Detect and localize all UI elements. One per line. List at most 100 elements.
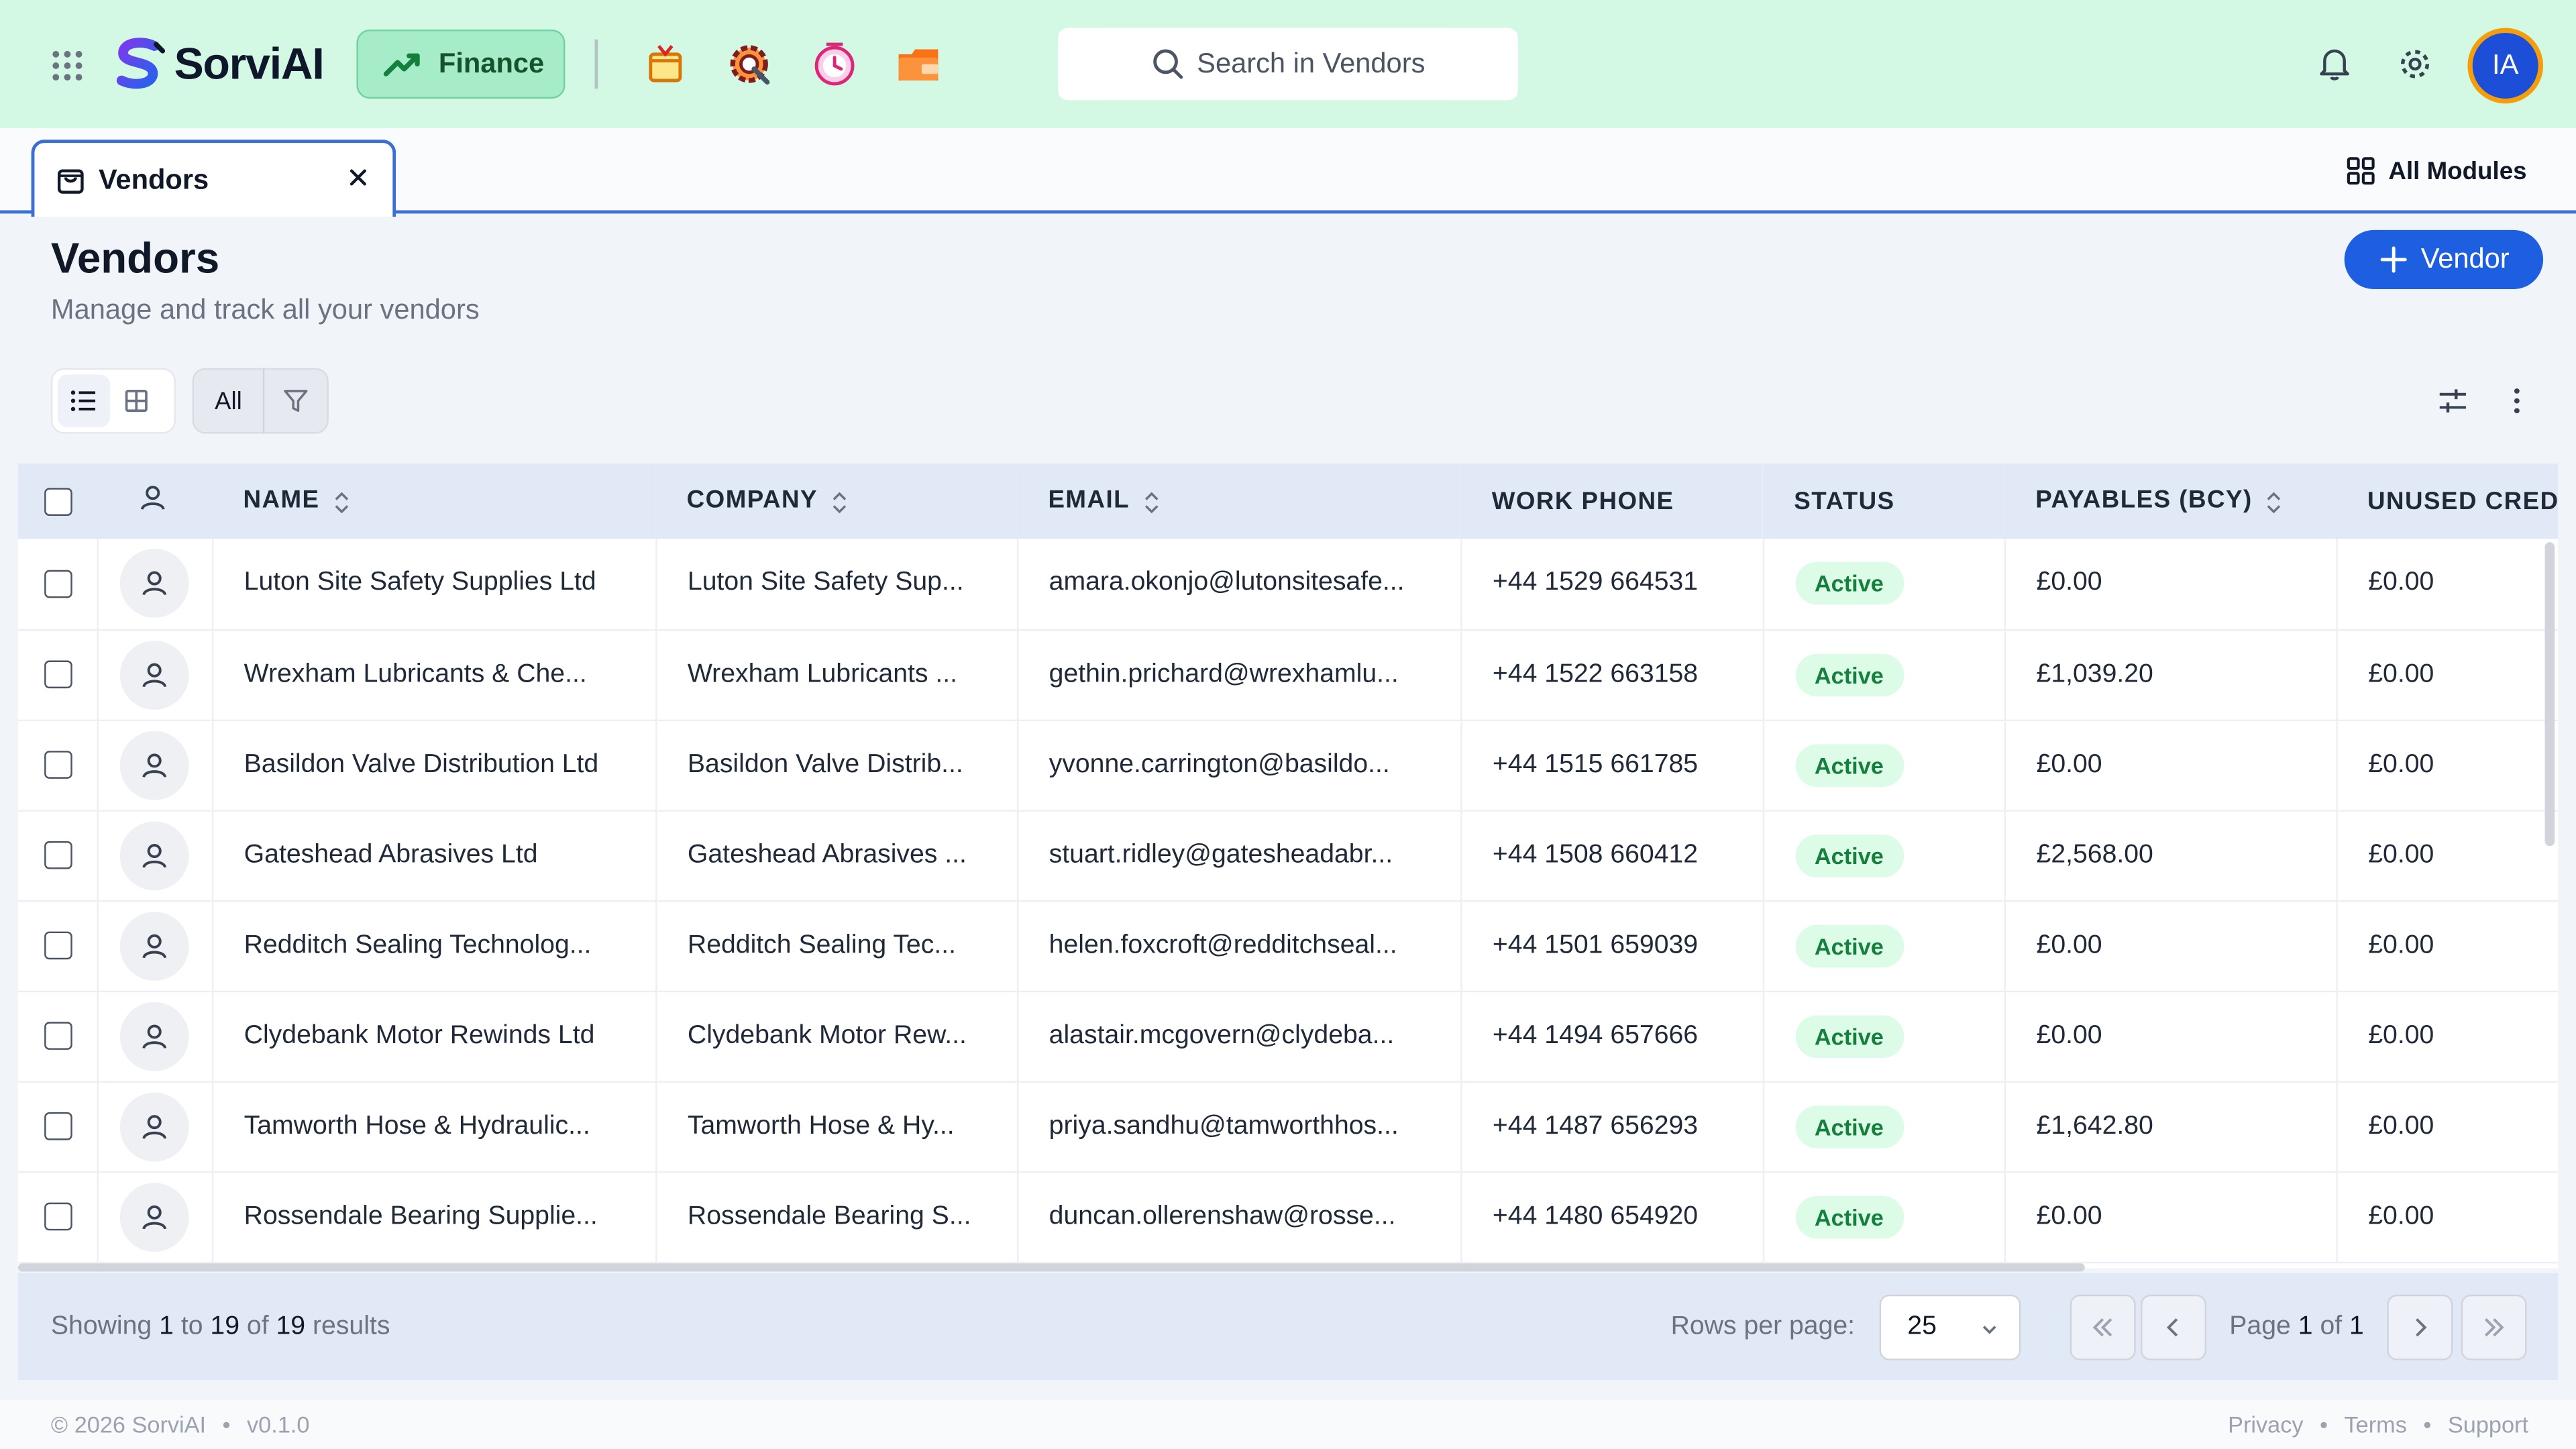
row-checkbox[interactable]	[44, 1021, 72, 1050]
vendor-avatar	[119, 549, 189, 619]
chevrons-right-icon	[2484, 1318, 2504, 1337]
chevrons-left-icon	[2092, 1318, 2112, 1337]
vendor-name[interactable]: Luton Site Safety Supplies Ltd	[211, 539, 657, 629]
terms-link[interactable]: Terms	[2345, 1411, 2407, 1438]
row-checkbox[interactable]	[44, 841, 72, 869]
vendor-status-cell: Active	[1762, 629, 2006, 720]
vendor-name[interactable]: Redditch Sealing Technolog...	[211, 900, 657, 991]
box-app-icon[interactable]	[641, 40, 690, 89]
row-checkbox[interactable]	[44, 569, 72, 598]
column-header-work-phone: WORK PHONE	[1491, 487, 1674, 515]
vendor-name[interactable]: Rossendale Bearing Supplie...	[211, 1171, 657, 1262]
clock-app-icon[interactable]	[810, 40, 859, 89]
support-link[interactable]: Support	[2448, 1411, 2528, 1438]
vendor-email: priya.sandhu@tamworthhos...	[1016, 1081, 1462, 1172]
row-select-cell	[17, 1081, 98, 1172]
list-view-icon	[70, 390, 96, 411]
sliders-icon[interactable]	[2436, 384, 2469, 417]
table-row[interactable]: Luton Site Safety Supplies Ltd Luton Site…	[17, 539, 2559, 629]
table-row[interactable]: Gateshead Abrasives Ltd Gateshead Abrasiv…	[17, 810, 2559, 901]
apps-grid-icon[interactable]	[49, 48, 85, 84]
trend-up-icon	[383, 53, 420, 76]
last-page-button[interactable]	[2461, 1294, 2527, 1360]
user-icon	[140, 486, 165, 510]
page-subtitle: Manage and track all your vendors	[50, 294, 480, 325]
add-vendor-button[interactable]: Vendor	[2344, 229, 2544, 290]
column-header-unused-credits: UNUSED CREDI	[2367, 487, 2559, 515]
vendor-name[interactable]: Gateshead Abrasives Ltd	[211, 810, 657, 901]
table-row[interactable]: Redditch Sealing Technolog... Redditch Se…	[17, 900, 2559, 991]
vendor-company: Wrexham Lubricants ...	[655, 629, 1018, 720]
filter-button[interactable]	[264, 388, 327, 414]
rows-per-page-value: 25	[1907, 1312, 1937, 1341]
row-checkbox[interactable]	[44, 931, 72, 959]
row-checkbox[interactable]	[44, 1112, 72, 1140]
brand-name: SorviAI	[174, 38, 325, 89]
vertical-scrollbar[interactable]	[2544, 542, 2555, 847]
folder-app-icon[interactable]	[894, 40, 943, 89]
vendor-phone: +44 1508 660412	[1460, 810, 1764, 901]
table-row[interactable]: Wrexham Lubricants & Che... Wrexham Lubri…	[17, 629, 2559, 720]
vendor-name[interactable]: Wrexham Lubricants & Che...	[211, 629, 657, 720]
settings-icon[interactable]	[2397, 46, 2433, 83]
next-page-button[interactable]	[2387, 1294, 2453, 1360]
avatar-initials: IA	[2492, 49, 2519, 81]
table-row[interactable]: Rossendale Bearing Supplie... Rossendale …	[17, 1171, 2559, 1262]
close-icon[interactable]	[347, 166, 370, 189]
vendor-company: Gateshead Abrasives ...	[655, 810, 1018, 901]
app-version: v0.1.0	[247, 1411, 310, 1438]
more-vertical-icon[interactable]	[2500, 384, 2533, 417]
row-checkbox[interactable]	[44, 1202, 72, 1230]
vendor-name[interactable]: Clydebank Motor Rewinds Ltd	[211, 990, 657, 1081]
vendor-status-cell: Active	[1762, 1171, 2006, 1262]
vendor-phone: +44 1494 657666	[1460, 990, 1764, 1081]
status-badge: Active	[1794, 1014, 1904, 1057]
first-page-button[interactable]	[2070, 1294, 2136, 1360]
table-row[interactable]: Clydebank Motor Rewinds Ltd Clydebank Mot…	[17, 990, 2559, 1081]
vendor-payables: £0.00	[2004, 900, 2337, 991]
list-view-button[interactable]	[57, 374, 111, 427]
table-row[interactable]: Basildon Valve Distribution Ltd Basildon …	[17, 719, 2559, 810]
status-badge: Active	[1794, 1195, 1904, 1238]
row-checkbox[interactable]	[44, 659, 72, 688]
finance-module-button[interactable]: Finance	[356, 30, 566, 99]
user-icon	[142, 1204, 166, 1229]
table-row[interactable]: Tamworth Hose & Hydraulic... Tamworth Hos…	[17, 1081, 2559, 1172]
all-modules-button[interactable]: All Modules	[2346, 156, 2527, 186]
horizontal-scrollbar[interactable]	[17, 1263, 2085, 1272]
vendor-phone: +44 1522 663158	[1460, 629, 1764, 720]
row-checkbox[interactable]	[44, 750, 72, 779]
vendor-status-cell: Active	[1762, 539, 2006, 629]
vendor-company: Clydebank Motor Rew...	[655, 990, 1018, 1081]
select-all-checkbox[interactable]	[44, 487, 72, 516]
brand-logo[interactable]: SorviAI	[112, 36, 325, 92]
row-select-cell	[17, 1171, 98, 1262]
row-avatar-cell	[97, 990, 213, 1081]
vendor-avatar	[119, 910, 189, 980]
tab-vendors[interactable]: Vendors	[31, 140, 396, 217]
column-header-name[interactable]: NAME	[212, 464, 655, 539]
page-indicator: Page 1 of 1	[2229, 1312, 2364, 1341]
filter-all-button[interactable]: All	[194, 387, 263, 415]
column-header-email[interactable]: EMAIL	[1017, 464, 1460, 539]
grid-view-button[interactable]	[110, 374, 162, 427]
previous-page-button[interactable]	[2141, 1294, 2207, 1360]
bell-icon[interactable]	[2316, 46, 2353, 83]
vendor-name[interactable]: Tamworth Hose & Hydraulic...	[211, 1081, 657, 1172]
gear-app-icon[interactable]	[724, 40, 773, 89]
row-select-cell	[17, 900, 98, 991]
user-avatar[interactable]: IA	[2467, 28, 2544, 104]
column-header-payables[interactable]: PAYABLES (BCY)	[2004, 464, 2337, 539]
column-header-company[interactable]: COMPANY	[655, 464, 1017, 539]
privacy-link[interactable]: Privacy	[2228, 1411, 2303, 1438]
vendor-email: stuart.ridley@gatesheadabr...	[1016, 810, 1462, 901]
vendor-avatar	[119, 1001, 189, 1071]
vendor-name[interactable]: Basildon Valve Distribution Ltd	[211, 719, 657, 810]
vendor-phone: +44 1515 661785	[1460, 719, 1764, 810]
row-avatar-cell	[97, 900, 213, 991]
rows-per-page-select[interactable]: 25	[1879, 1294, 2021, 1360]
search-box[interactable]: Search in Vendors	[1058, 28, 1518, 101]
vendor-phone: +44 1480 654920	[1460, 1171, 1764, 1262]
vendor-email: alastair.mcgovern@clydeba...	[1016, 990, 1462, 1081]
status-badge: Active	[1794, 653, 1904, 696]
